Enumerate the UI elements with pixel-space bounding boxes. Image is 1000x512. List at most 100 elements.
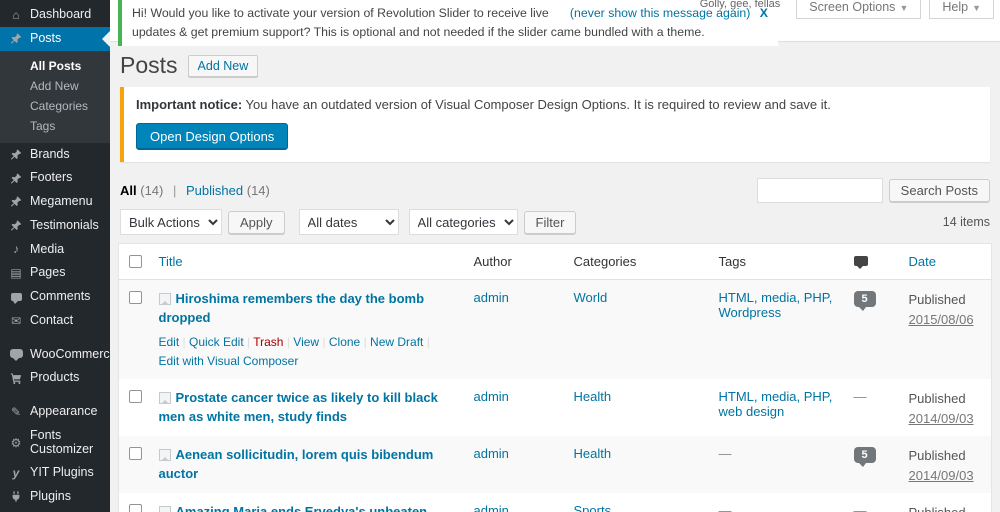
author-link[interactable]: admin: [474, 389, 509, 404]
posts-table: Title Author Categories Tags Date Hirosh…: [118, 243, 992, 512]
filter-button[interactable]: Filter: [524, 211, 577, 234]
submenu-item-tags[interactable]: Tags: [0, 116, 110, 136]
visual-composer-notice: Important notice: You have an outdated v…: [120, 87, 990, 162]
category-link[interactable]: Health: [574, 446, 612, 461]
filter-published[interactable]: Published: [186, 183, 243, 198]
sidebar-item-appearance[interactable]: ✎Appearance: [0, 400, 110, 424]
comment-count-bubble[interactable]: 5: [854, 447, 876, 463]
row-action-quick-edit[interactable]: Quick Edit: [189, 335, 244, 349]
search-posts-button[interactable]: Search Posts: [889, 179, 990, 202]
row-action-edit-with-visual-composer[interactable]: Edit with Visual Composer: [159, 354, 299, 368]
sidebar-item-megamenu[interactable]: Megamenu: [0, 190, 110, 214]
gear-icon: ⚙: [9, 437, 23, 449]
sidebar-item-fonts-customizer[interactable]: ⚙Fonts Customizer: [0, 424, 110, 462]
table-row: Amazing Maria ends Ervedya's unbeaten re…: [119, 493, 992, 512]
post-thumbnail-icon: [159, 293, 171, 305]
publish-date: 2015/08/06: [909, 310, 982, 330]
sidebar-item-posts[interactable]: Posts: [0, 27, 110, 51]
row-checkbox[interactable]: [129, 390, 142, 403]
products-icon: [9, 372, 23, 385]
open-design-options-button[interactable]: Open Design Options: [136, 123, 288, 150]
sidebar-item-woocommerce[interactable]: WooCommerce: [0, 343, 110, 367]
sidebar-item-label: Media: [30, 243, 64, 257]
sidebar-item-pages[interactable]: ▤Pages: [0, 261, 110, 285]
sidebar-item-comments[interactable]: Comments: [0, 285, 110, 309]
sidebar-item-yit-plugins[interactable]: yYIT Plugins: [0, 461, 110, 485]
add-new-button[interactable]: Add New: [188, 55, 259, 77]
table-row: Aenean sollicitudin, lorem quis bibendum…: [119, 436, 992, 493]
comments-icon: [9, 291, 23, 303]
sidebar-item-products[interactable]: Products: [0, 366, 110, 390]
author-link[interactable]: admin: [474, 503, 509, 512]
tags-link[interactable]: HTML, media, PHP, web design: [719, 389, 833, 419]
row-action-trash[interactable]: Trash: [253, 335, 283, 349]
comment-count-bubble[interactable]: 5: [854, 291, 876, 307]
sidebar-item-media[interactable]: ♪Media: [0, 238, 110, 262]
sidebar-item-footers[interactable]: Footers: [0, 166, 110, 190]
post-title-link[interactable]: Amazing Maria ends Ervedya's unbeaten re…: [159, 504, 428, 512]
row-action-new-draft[interactable]: New Draft: [370, 335, 423, 349]
tags-link[interactable]: HTML, media, PHP, Wordpress: [719, 290, 833, 320]
select-all-checkbox[interactable]: [129, 255, 142, 268]
sidebar-item-label: Megamenu: [30, 195, 93, 209]
post-status-filters: All (14) | Published (14): [120, 183, 270, 198]
author-link[interactable]: admin: [474, 290, 509, 305]
help-button[interactable]: Help▼: [929, 0, 994, 19]
row-action-edit[interactable]: Edit: [159, 335, 180, 349]
admin-content: Golly, gee, fellas Screen Options▼ Help▼…: [110, 0, 1000, 512]
pin-icon: [9, 32, 23, 45]
sidebar-item-label: Plugins: [30, 490, 71, 504]
post-title-link[interactable]: Hiroshima remembers the day the bomb dro…: [159, 291, 425, 325]
table-row: Prostate cancer twice as likely to kill …: [119, 379, 992, 436]
sidebar-item-contact[interactable]: ✉Contact: [0, 309, 110, 333]
category-link[interactable]: Sports: [574, 503, 612, 512]
categories-filter-select[interactable]: All categories: [409, 209, 518, 235]
sidebar-item-label: Dashboard: [30, 8, 91, 22]
screen-options-button[interactable]: Screen Options▼: [796, 0, 921, 19]
chevron-down-icon: ▼: [899, 3, 908, 13]
row-action-view[interactable]: View: [293, 335, 319, 349]
tags-empty: —: [719, 446, 732, 461]
sidebar-item-plugins[interactable]: Plugins: [0, 485, 110, 509]
items-count: 14 items: [943, 215, 990, 229]
submenu-item-all-posts[interactable]: All Posts: [0, 56, 110, 76]
post-title-link[interactable]: Prostate cancer twice as likely to kill …: [159, 390, 438, 424]
search-input[interactable]: [757, 178, 883, 203]
author-header: Author: [464, 244, 564, 280]
publish-date: 2014/09/03: [909, 409, 982, 429]
woocommerce-icon: [9, 348, 23, 360]
submenu-item-categories[interactable]: Categories: [0, 96, 110, 116]
contact-icon: ✉: [9, 315, 23, 327]
author-link[interactable]: admin: [474, 446, 509, 461]
row-checkbox[interactable]: [129, 447, 142, 460]
bulk-actions-select[interactable]: Bulk Actions: [120, 209, 222, 235]
menu-separator: [0, 333, 110, 343]
top-strip: Golly, gee, fellas Screen Options▼ Help▼…: [110, 0, 1000, 42]
sidebar-item-testimonials[interactable]: Testimonials: [0, 214, 110, 238]
sidebar-item-brands[interactable]: Brands: [0, 143, 110, 167]
posts-submenu: All PostsAdd NewCategoriesTags: [0, 51, 110, 143]
dates-filter-select[interactable]: All dates: [299, 209, 399, 235]
tags-header: Tags: [709, 244, 844, 280]
row-action-clone[interactable]: Clone: [329, 335, 360, 349]
post-thumbnail-icon: [159, 392, 171, 404]
posts-table-body: Hiroshima remembers the day the bomb dro…: [119, 280, 992, 512]
post-title-link[interactable]: Aenean sollicitudin, lorem quis bibendum…: [159, 447, 434, 481]
sidebar-item-dashboard[interactable]: ⌂Dashboard: [0, 3, 110, 27]
howdy-text: Golly, gee, fellas: [700, 0, 781, 10]
sort-date-header[interactable]: Date: [909, 254, 936, 269]
sidebar-item-label: Comments: [30, 290, 90, 304]
row-checkbox[interactable]: [129, 504, 142, 512]
post-thumbnail-icon: [159, 506, 171, 512]
category-link[interactable]: World: [574, 290, 608, 305]
sort-title-header[interactable]: Title: [159, 254, 183, 269]
menu-separator: [0, 390, 110, 400]
publish-status: Published: [909, 446, 982, 466]
appearance-icon: ✎: [9, 406, 23, 418]
category-link[interactable]: Health: [574, 389, 612, 404]
sidebar-item-label: Products: [30, 371, 79, 385]
apply-button[interactable]: Apply: [228, 211, 285, 234]
submenu-item-add-new[interactable]: Add New: [0, 76, 110, 96]
filter-all[interactable]: All: [120, 183, 137, 198]
row-checkbox[interactable]: [129, 291, 142, 304]
